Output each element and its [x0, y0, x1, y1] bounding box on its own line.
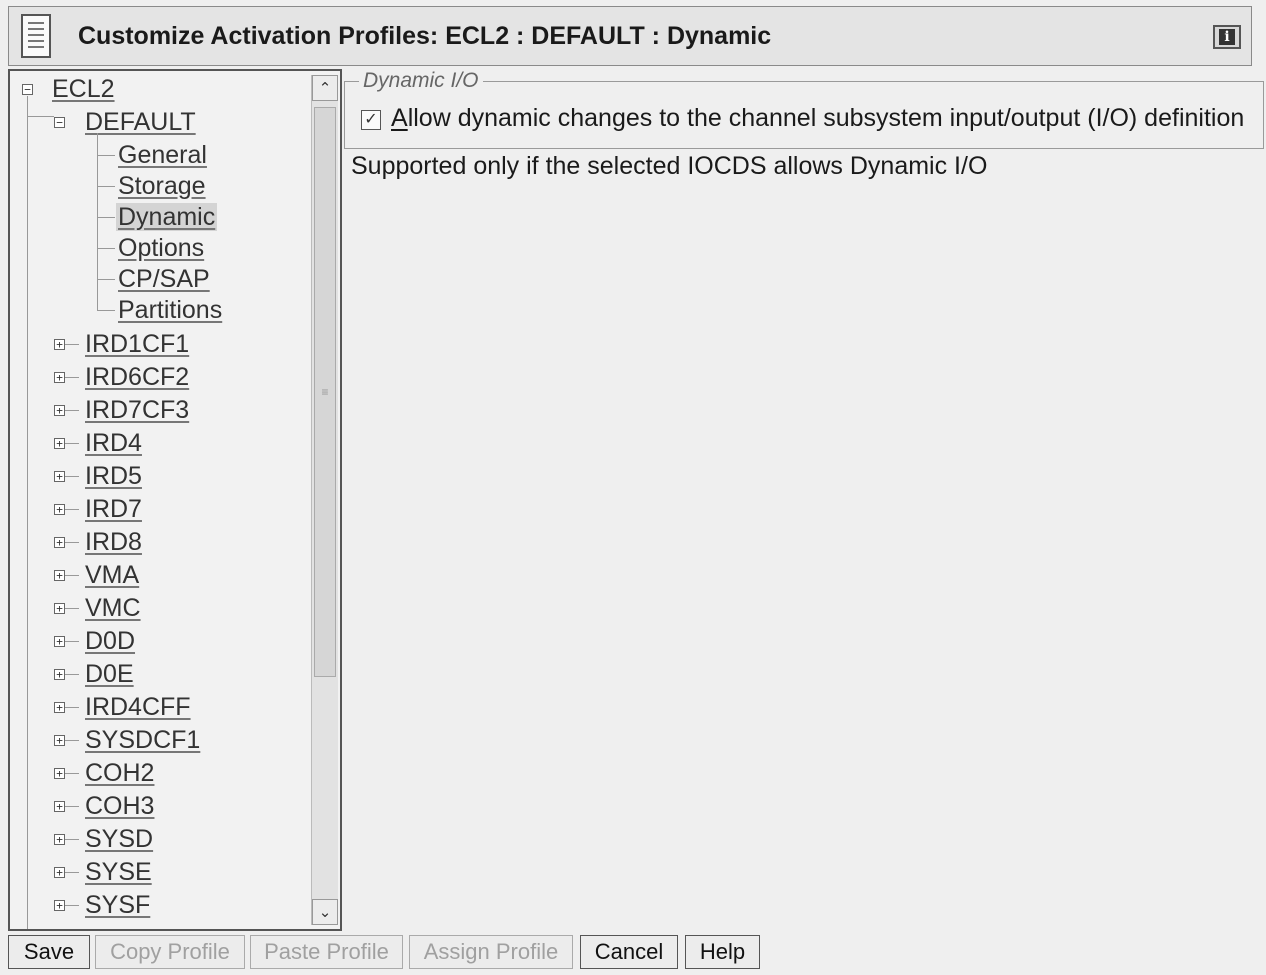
scroll-down-icon[interactable]: ⌄ — [312, 899, 338, 925]
window: Customize Activation Profiles: ECL2 : DE… — [0, 0, 1266, 975]
dynamic-io-legend: Dynamic I/O — [359, 69, 483, 93]
tree-item-vmc[interactable]: VMC — [83, 593, 143, 623]
tree-item-label: VMC — [85, 594, 141, 622]
tree-item-ird4[interactable]: IRD4 — [83, 428, 144, 458]
title-bar: Customize Activation Profiles: ECL2 : DE… — [8, 6, 1252, 66]
expand-icon[interactable]: + — [54, 669, 65, 680]
tree-item-syse[interactable]: SYSE — [83, 857, 154, 887]
save-button[interactable]: Save — [8, 935, 90, 969]
tree-item-ird7cf3[interactable]: IRD7CF3 — [83, 395, 191, 425]
profile-tree: − ECL2 − DEFAULT General Storage Dynamic Op… — [8, 69, 342, 931]
tree-item-label: SYSE — [85, 858, 152, 886]
tree-item-ird1cf1[interactable]: IRD1CF1 — [83, 329, 191, 359]
tree-item-ecl2[interactable]: ECL2 — [50, 74, 117, 104]
tree-item-label: IRD6CF2 — [85, 363, 190, 391]
dynamic-io-group: Dynamic I/O ✓ Allow dynamic changes to t… — [344, 69, 1264, 149]
tree-item-dynamic[interactable]: Dynamic — [116, 202, 218, 232]
tree-item-coh3[interactable]: COH3 — [83, 791, 156, 821]
tree-item-coh2[interactable]: COH2 — [83, 758, 156, 788]
tree-item-label: D0E — [85, 660, 134, 688]
tree-item-storage[interactable]: Storage — [116, 171, 208, 201]
tree-item-label: IRD5 — [85, 462, 142, 490]
assign-profile-button[interactable]: Assign Profile — [409, 935, 573, 969]
expand-icon[interactable]: + — [54, 834, 65, 845]
tree-item-label: CP/SAP — [118, 265, 210, 293]
tree-item-label: SYSDCF1 — [85, 726, 201, 754]
tree-item-label: ECL2 — [52, 75, 115, 103]
expand-icon[interactable]: + — [54, 405, 65, 416]
tree-item-label: Dynamic — [116, 203, 218, 231]
expand-icon[interactable]: + — [54, 735, 65, 746]
expand-icon[interactable]: + — [54, 504, 65, 515]
expand-icon[interactable]: + — [54, 603, 65, 614]
tree-item-ird8[interactable]: IRD8 — [83, 527, 144, 557]
window-title: Customize Activation Profiles: ECL2 : DE… — [78, 21, 772, 50]
tree-item-label: D0D — [85, 627, 136, 655]
tree-item-partitions[interactable]: Partitions — [116, 295, 224, 325]
expand-icon[interactable]: + — [54, 867, 65, 878]
allow-dynamic-changes-label[interactable]: Allow dynamic changes to the channel sub… — [391, 104, 1244, 133]
expand-icon[interactable]: + — [54, 636, 65, 647]
tree-item-label: IRD1CF1 — [85, 330, 190, 358]
checkbox-label-text: llow dynamic changes to the channel subs… — [407, 104, 1245, 132]
tree-item-d0d[interactable]: D0D — [83, 626, 137, 656]
tree-item-ird4cff[interactable]: IRD4CFF — [83, 692, 193, 722]
expand-icon[interactable]: + — [54, 702, 65, 713]
expand-icon[interactable]: + — [54, 438, 65, 449]
tree-item-label: Storage — [118, 172, 206, 200]
paste-profile-button[interactable]: Paste Profile — [250, 935, 403, 969]
tree-item-sysf[interactable]: SYSF — [83, 890, 152, 920]
document-icon — [21, 14, 51, 58]
tree-item-label: IRD7CF3 — [85, 396, 190, 424]
tree-item-label: IRD4CFF — [85, 693, 191, 721]
tree-item-vma[interactable]: VMA — [83, 560, 141, 590]
tree-item-label: COH3 — [85, 792, 155, 820]
tree-item-label: SYSD — [85, 825, 154, 853]
tree-item-default[interactable]: DEFAULT — [83, 107, 198, 137]
help-button[interactable]: Help — [685, 935, 760, 969]
expand-icon[interactable]: + — [54, 339, 65, 350]
copy-profile-button[interactable]: Copy Profile — [95, 935, 245, 969]
expand-icon[interactable]: + — [54, 537, 65, 548]
expand-icon[interactable]: + — [54, 471, 65, 482]
tree-item-label: IRD4 — [85, 429, 142, 457]
tree-item-label: IRD8 — [85, 528, 142, 556]
tree-item-sysdcf1[interactable]: SYSDCF1 — [83, 725, 202, 755]
allow-dynamic-changes-checkbox[interactable]: ✓ — [361, 110, 381, 130]
tree-item-ird6cf2[interactable]: IRD6CF2 — [83, 362, 191, 392]
tree-item-sysd[interactable]: SYSD — [83, 824, 155, 854]
collapse-icon[interactable]: − — [54, 117, 65, 128]
tree-item-ird5[interactable]: IRD5 — [83, 461, 144, 491]
cancel-button[interactable]: Cancel — [580, 935, 678, 969]
mnemonic-letter: A — [391, 104, 408, 132]
tree-scrollbar[interactable]: ⌃ ≡ ⌄ — [311, 75, 338, 925]
tree-item-label: SYSF — [85, 891, 151, 919]
expand-icon[interactable]: + — [54, 570, 65, 581]
expand-icon[interactable]: + — [54, 768, 65, 779]
tree-item-ird7[interactable]: IRD7 — [83, 494, 144, 524]
tree-item-label: IRD7 — [85, 495, 142, 523]
expand-icon[interactable]: + — [54, 900, 65, 911]
scroll-thumb[interactable]: ≡ — [314, 107, 336, 677]
tree-item-label: COH2 — [85, 759, 155, 787]
tree-item-label: Partitions — [118, 296, 223, 324]
dynamic-io-note: Supported only if the selected IOCDS all… — [351, 152, 988, 180]
tree-item-options[interactable]: Options — [116, 233, 206, 263]
tree-item-label: VMA — [85, 561, 140, 589]
collapse-icon[interactable]: − — [22, 84, 33, 95]
tree-item-label: General — [118, 141, 207, 169]
tree-item-general[interactable]: General — [116, 140, 209, 170]
expand-icon[interactable]: + — [54, 372, 65, 383]
scroll-up-icon[interactable]: ⌃ — [312, 75, 338, 101]
info-icon[interactable]: i — [1213, 25, 1241, 49]
tree-item-label: Options — [118, 234, 205, 262]
expand-icon[interactable]: + — [54, 801, 65, 812]
tree-item-cp-sap[interactable]: CP/SAP — [116, 264, 212, 294]
tree-item-label: DEFAULT — [85, 108, 196, 136]
tree-item-d0e[interactable]: D0E — [83, 659, 136, 689]
